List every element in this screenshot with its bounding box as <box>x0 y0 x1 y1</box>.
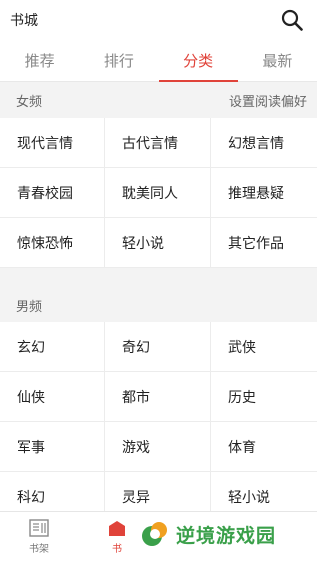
tab-ranking[interactable]: 排行 <box>79 40 158 81</box>
page-title: 书城 <box>10 13 38 29</box>
section-divider <box>0 268 317 296</box>
category-item[interactable]: 惊悚恐怖 <box>0 218 105 268</box>
male-section-title: 男频 <box>16 300 43 315</box>
watermark-text: 逆境游戏园 <box>176 524 277 547</box>
bookstore-icon <box>109 521 125 536</box>
category-item[interactable]: 军事 <box>0 422 105 472</box>
category-item[interactable]: 幻想言情 <box>211 118 317 168</box>
category-item[interactable]: 轻小说 <box>105 218 211 268</box>
category-item[interactable]: 现代言情 <box>0 118 105 168</box>
category-item[interactable]: 耽美同人 <box>105 168 211 218</box>
category-item[interactable]: 体育 <box>211 422 317 472</box>
reading-preference-link[interactable]: 设置阅读偏好 <box>229 91 307 110</box>
nav-bookstore-label: 书 <box>112 544 122 555</box>
search-icon[interactable] <box>279 7 305 33</box>
nav-bookshelf-label: 书架 <box>29 544 49 555</box>
category-tabs: 推荐 排行 分类 最新 <box>0 40 317 82</box>
category-item[interactable]: 其它作品 <box>211 218 317 268</box>
category-item[interactable]: 玄幻 <box>0 322 105 372</box>
watermark: 逆境游戏园 <box>140 515 310 553</box>
nav-bookshelf[interactable]: 书架 <box>0 512 78 561</box>
category-item[interactable]: 仙侠 <box>0 372 105 422</box>
category-item[interactable]: 历史 <box>211 372 317 422</box>
male-section-header: 男频 <box>0 296 317 322</box>
tab-latest[interactable]: 最新 <box>238 40 317 81</box>
male-category-grid: 玄幻 奇幻 武侠 仙侠 都市 历史 军事 游戏 体育 科幻 灵异 轻小说 <box>0 322 317 522</box>
category-item[interactable]: 推理悬疑 <box>211 168 317 218</box>
category-item[interactable]: 都市 <box>105 372 211 422</box>
watermark-logo-icon <box>142 522 167 546</box>
female-category-grid: 现代言情 古代言情 幻想言情 青春校园 耽美同人 推理悬疑 惊悚恐怖 轻小说 其… <box>0 118 317 268</box>
tab-recommend[interactable]: 推荐 <box>0 40 79 81</box>
category-item[interactable]: 游戏 <box>105 422 211 472</box>
category-item[interactable]: 古代言情 <box>105 118 211 168</box>
tab-category[interactable]: 分类 <box>158 40 239 82</box>
app-header: 书城 <box>0 0 317 40</box>
female-section-header: 女频 设置阅读偏好 <box>0 82 317 118</box>
bookshelf-icon <box>29 519 49 537</box>
female-section-title: 女频 <box>16 94 43 110</box>
category-item[interactable]: 奇幻 <box>105 322 211 372</box>
category-item[interactable]: 武侠 <box>211 322 317 372</box>
category-item[interactable]: 青春校园 <box>0 168 105 218</box>
